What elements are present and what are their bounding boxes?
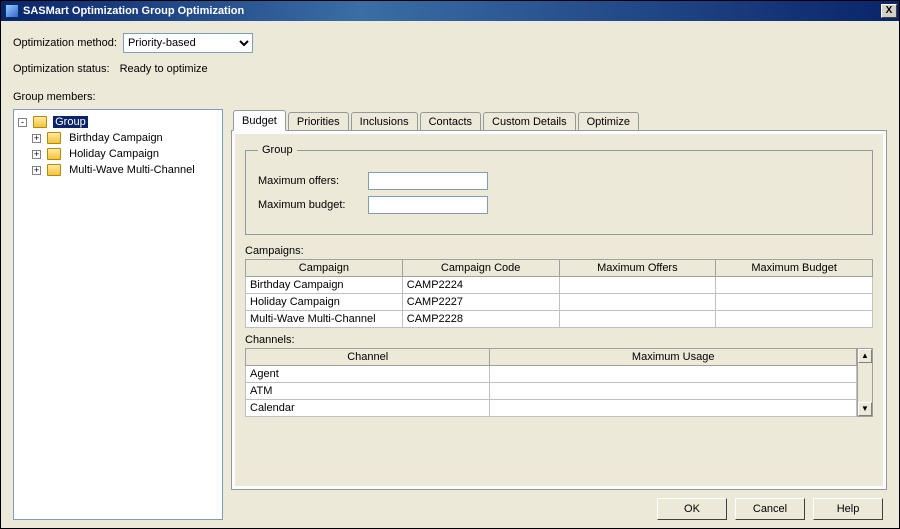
group-members-label: Group members: — [13, 91, 887, 103]
folder-icon — [47, 132, 61, 144]
main-area: - Group + Birthday Campaign + — [13, 109, 887, 520]
tab-custom-details[interactable]: Custom Details — [483, 112, 576, 131]
cell-channel[interactable]: Agent — [246, 366, 490, 383]
tree-item-label[interactable]: Multi-Wave Multi-Channel — [67, 164, 197, 176]
close-icon[interactable]: X — [881, 4, 897, 18]
tree-item[interactable]: + Birthday Campaign — [32, 130, 220, 146]
max-budget-label: Maximum budget: — [258, 199, 368, 211]
table-row[interactable]: Birthday Campaign CAMP2224 — [246, 277, 873, 294]
tree-toggle-root[interactable]: - — [18, 118, 27, 127]
cell-max-offers[interactable] — [559, 311, 716, 328]
dialog-body: Optimization method: Priority-based Opti… — [1, 21, 899, 528]
table-row[interactable]: Calendar — [246, 400, 857, 417]
tab-budget[interactable]: Budget — [233, 110, 286, 131]
cell-max-usage[interactable] — [490, 366, 857, 383]
opt-status-row: Optimization status: Ready to optimize — [13, 63, 887, 75]
dialog-window: SASMart Optimization Group Optimization … — [0, 0, 900, 529]
cell-max-offers[interactable] — [559, 294, 716, 311]
cancel-button[interactable]: Cancel — [735, 498, 805, 520]
table-row[interactable]: ATM — [246, 383, 857, 400]
folder-icon — [47, 164, 61, 176]
tree-item-label[interactable]: Birthday Campaign — [67, 132, 165, 144]
group-legend: Group — [258, 144, 297, 156]
opt-status-value: Ready to optimize — [120, 63, 208, 75]
tab-content: Group Maximum offers: Maximum budget: Ca… — [231, 130, 887, 490]
max-offers-input[interactable] — [368, 172, 488, 190]
app-icon — [5, 4, 19, 18]
cell-max-budget[interactable] — [716, 294, 873, 311]
channels-label: Channels: — [245, 334, 873, 346]
col-max-offers[interactable]: Maximum Offers — [559, 260, 716, 277]
table-header-row: Channel Maximum Usage — [246, 349, 857, 366]
help-button[interactable]: Help — [813, 498, 883, 520]
tab-priorities[interactable]: Priorities — [288, 112, 349, 131]
cell-channel[interactable]: ATM — [246, 383, 490, 400]
window-title: SASMart Optimization Group Optimization — [23, 5, 881, 17]
tab-inclusions[interactable]: Inclusions — [351, 112, 418, 131]
cell-max-usage[interactable] — [490, 400, 857, 417]
table-row[interactable]: Holiday Campaign CAMP2227 — [246, 294, 873, 311]
cell-code[interactable]: CAMP2228 — [402, 311, 559, 328]
group-fieldset: Group Maximum offers: Maximum budget: — [245, 144, 873, 235]
dialog-buttons: OK Cancel Help — [231, 490, 887, 520]
table-row[interactable]: Agent — [246, 366, 857, 383]
scroll-up-icon[interactable]: ▲ — [858, 349, 872, 363]
col-max-budget[interactable]: Maximum Budget — [716, 260, 873, 277]
cell-max-usage[interactable] — [490, 383, 857, 400]
tree-toggle[interactable]: + — [32, 166, 41, 175]
max-budget-input[interactable] — [368, 196, 488, 214]
channels-wrap: Channel Maximum Usage Agent — [245, 348, 873, 417]
tree-root[interactable]: - Group + Birthday Campaign + — [18, 114, 220, 178]
cell-max-budget[interactable] — [716, 311, 873, 328]
col-max-usage[interactable]: Maximum Usage — [490, 349, 857, 366]
cell-code[interactable]: CAMP2224 — [402, 277, 559, 294]
cell-campaign[interactable]: Birthday Campaign — [246, 277, 403, 294]
cell-max-budget[interactable] — [716, 277, 873, 294]
tree-item[interactable]: + Holiday Campaign — [32, 146, 220, 162]
cell-campaign[interactable]: Multi-Wave Multi-Channel — [246, 311, 403, 328]
tree-panel[interactable]: - Group + Birthday Campaign + — [13, 109, 223, 520]
max-budget-row: Maximum budget: — [258, 196, 860, 214]
tab-budget-panel: Group Maximum offers: Maximum budget: Ca… — [235, 134, 883, 486]
tree-root-label[interactable]: Group — [53, 116, 88, 128]
tree-toggle[interactable]: + — [32, 150, 41, 159]
campaigns-table[interactable]: Campaign Campaign Code Maximum Offers Ma… — [245, 259, 873, 328]
tabstrip: Budget Priorities Inclusions Contacts Cu… — [231, 109, 887, 130]
col-campaign[interactable]: Campaign — [246, 260, 403, 277]
tab-optimize[interactable]: Optimize — [578, 112, 639, 131]
cell-max-offers[interactable] — [559, 277, 716, 294]
right-panel: Budget Priorities Inclusions Contacts Cu… — [231, 109, 887, 520]
opt-method-select[interactable]: Priority-based — [123, 33, 253, 53]
ok-button[interactable]: OK — [657, 498, 727, 520]
tree-item-label[interactable]: Holiday Campaign — [67, 148, 161, 160]
opt-status-label: Optimization status: — [13, 63, 110, 75]
folder-icon — [47, 148, 61, 160]
scroll-down-icon[interactable]: ▼ — [858, 402, 872, 416]
cell-campaign[interactable]: Holiday Campaign — [246, 294, 403, 311]
channels-table[interactable]: Channel Maximum Usage Agent — [245, 348, 857, 417]
table-row[interactable]: Multi-Wave Multi-Channel CAMP2228 — [246, 311, 873, 328]
col-channel[interactable]: Channel — [246, 349, 490, 366]
tab-contacts[interactable]: Contacts — [420, 112, 481, 131]
cell-code[interactable]: CAMP2227 — [402, 294, 559, 311]
table-header-row: Campaign Campaign Code Maximum Offers Ma… — [246, 260, 873, 277]
campaigns-label: Campaigns: — [245, 245, 873, 257]
cell-channel[interactable]: Calendar — [246, 400, 490, 417]
tree-toggle[interactable]: + — [32, 134, 41, 143]
opt-method-row: Optimization method: Priority-based — [13, 33, 887, 53]
titlebar: SASMart Optimization Group Optimization … — [1, 1, 899, 21]
col-campaign-code[interactable]: Campaign Code — [402, 260, 559, 277]
max-offers-row: Maximum offers: — [258, 172, 860, 190]
tree-item[interactable]: + Multi-Wave Multi-Channel — [32, 162, 220, 178]
max-offers-label: Maximum offers: — [258, 175, 368, 187]
folder-icon — [33, 116, 47, 128]
channels-scrollbar[interactable]: ▲ ▼ — [857, 348, 873, 417]
opt-method-label: Optimization method: — [13, 37, 117, 49]
